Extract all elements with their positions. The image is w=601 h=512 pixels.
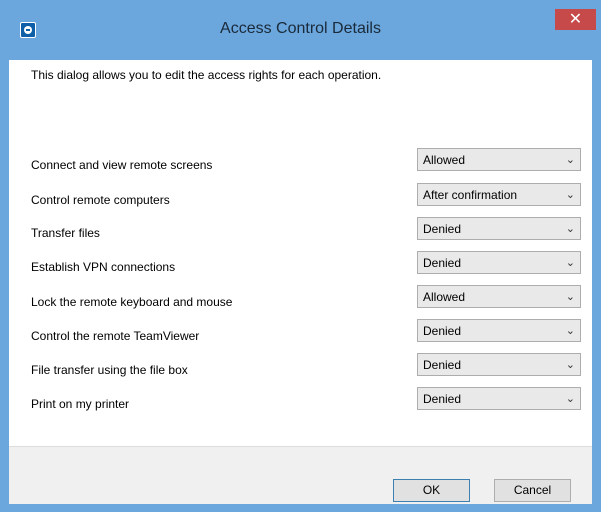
label-control-remote: Control remote computers [31,193,170,207]
title-bar[interactable]: Access Control Details ✕ [0,0,601,60]
access-control-dialog: Access Control Details ✕ This dialog all… [0,0,601,512]
close-button[interactable]: ✕ [555,9,596,30]
label-print: Print on my printer [31,397,130,411]
cancel-button[interactable]: Cancel [494,479,571,502]
dialog-footer: OK Cancel [9,446,592,505]
chevron-down-icon: ⌄ [565,189,575,201]
ok-button[interactable]: OK [393,479,470,502]
label-transfer-files: Transfer files [31,226,100,240]
select-control-remote[interactable]: After confirmation ⌄ [417,183,581,206]
select-value: Denied [423,392,462,406]
select-print[interactable]: Denied ⌄ [417,387,581,410]
select-control-teamviewer[interactable]: Denied ⌄ [417,319,581,342]
dialog-content: This dialog allows you to edit the acces… [9,60,592,505]
chevron-down-icon: ⌄ [565,291,575,303]
select-vpn[interactable]: Denied ⌄ [417,251,581,274]
select-value: Denied [423,222,462,236]
chevron-down-icon: ⌄ [565,325,575,337]
label-lock-keyboard: Lock the remote keyboard and mouse [31,295,233,309]
label-control-teamviewer: Control the remote TeamViewer [31,329,200,343]
select-file-box[interactable]: Denied ⌄ [417,353,581,376]
select-connect-view[interactable]: Allowed ⌄ [417,148,581,171]
select-value: Denied [423,324,462,338]
chevron-down-icon: ⌄ [565,257,575,269]
chevron-down-icon: ⌄ [565,393,575,405]
select-value: Allowed [423,290,466,304]
select-transfer-files[interactable]: Denied ⌄ [417,217,581,240]
select-value: After confirmation [423,188,518,202]
select-value: Denied [423,256,462,270]
label-connect-view: Connect and view remote screens [31,158,213,172]
window-bottom-border [0,504,601,512]
dialog-description: This dialog allows you to edit the acces… [31,68,382,82]
select-value: Allowed [423,153,466,167]
label-file-box: File transfer using the file box [31,363,188,377]
chevron-down-icon: ⌄ [565,359,575,371]
select-lock-keyboard[interactable]: Allowed ⌄ [417,285,581,308]
window-title: Access Control Details [220,20,381,37]
chevron-down-icon: ⌄ [565,223,575,235]
select-value: Denied [423,358,462,372]
chevron-down-icon: ⌄ [565,154,575,166]
label-vpn: Establish VPN connections [31,260,176,274]
